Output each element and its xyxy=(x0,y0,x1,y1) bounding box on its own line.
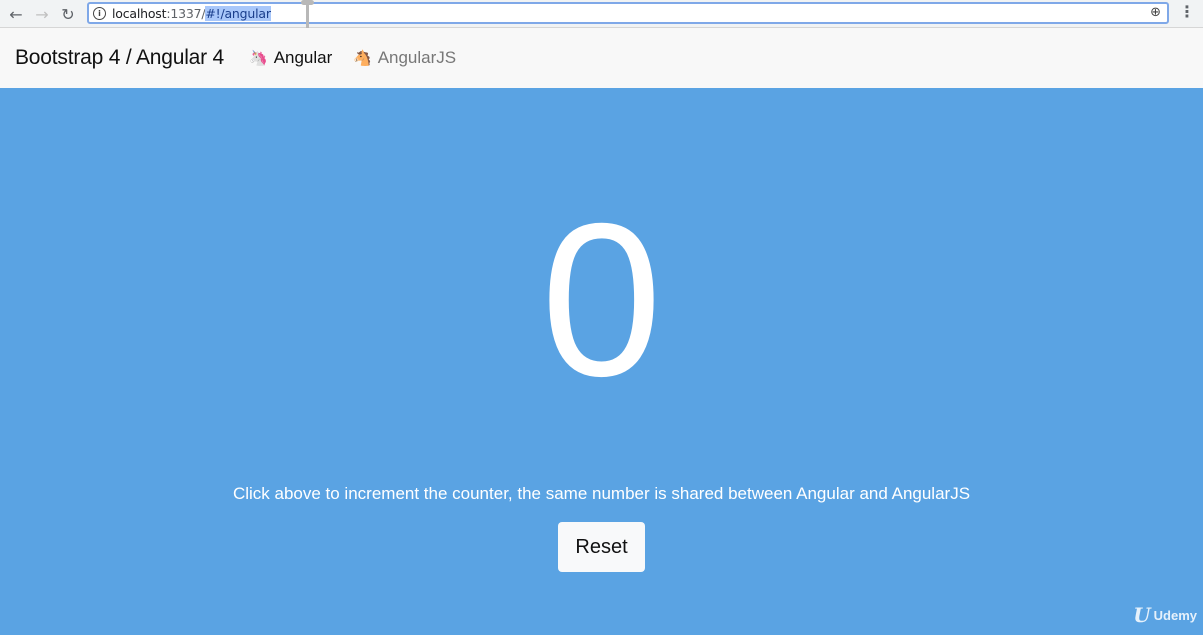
arrow-left-icon: ← xyxy=(9,4,23,24)
arrow-right-icon: → xyxy=(35,4,49,24)
url-selection: #!/angular xyxy=(205,5,271,21)
url-port: :1337/ xyxy=(166,5,206,21)
counter-value[interactable]: 0 xyxy=(0,186,1203,416)
counter-hint: Click above to increment the counter, th… xyxy=(232,484,971,503)
reload-button[interactable]: ↻ xyxy=(57,3,79,25)
horse-icon: 🐴 xyxy=(353,49,372,67)
unicorn-icon: 🦄 xyxy=(249,49,268,67)
forward-button[interactable]: → xyxy=(31,3,53,25)
url-host: localhost xyxy=(112,5,167,21)
reload-icon: ↻ xyxy=(61,4,75,24)
nav-link-angularjs[interactable]: 🐴 AngularJS xyxy=(353,48,456,68)
app-navbar: Bootstrap 4 / Angular 4 🦄 Angular 🐴 Angu… xyxy=(0,28,1203,88)
nav-link-angular[interactable]: 🦄 Angular xyxy=(249,48,332,68)
kebab-menu-icon[interactable]: ⋮ xyxy=(1179,2,1195,21)
navbar-brand[interactable]: Bootstrap 4 / Angular 4 xyxy=(15,46,224,70)
url-text[interactable]: localhost:1337/#!/angular xyxy=(112,5,271,21)
address-bar[interactable]: i localhost:1337/#!/angular ⊕ xyxy=(87,2,1169,24)
udemy-watermark: U Udemy xyxy=(1133,603,1197,627)
nav-link-label: Angular xyxy=(273,48,333,67)
back-button[interactable]: ← xyxy=(5,3,27,25)
nav-link-label: AngularJS xyxy=(377,48,457,67)
udemy-logo-icon: U xyxy=(1133,603,1151,627)
reset-button[interactable]: Reset xyxy=(558,522,645,572)
browser-toolbar: ← → ↻ i localhost:1337/#!/angular ⊕ ⋮ xyxy=(0,0,1203,28)
info-icon[interactable]: i xyxy=(93,6,106,20)
watermark-text: Udemy xyxy=(1153,607,1197,623)
counter-panel: 0 Click above to increment the counter, … xyxy=(0,88,1203,635)
zoom-icon[interactable]: ⊕ xyxy=(1150,5,1161,20)
